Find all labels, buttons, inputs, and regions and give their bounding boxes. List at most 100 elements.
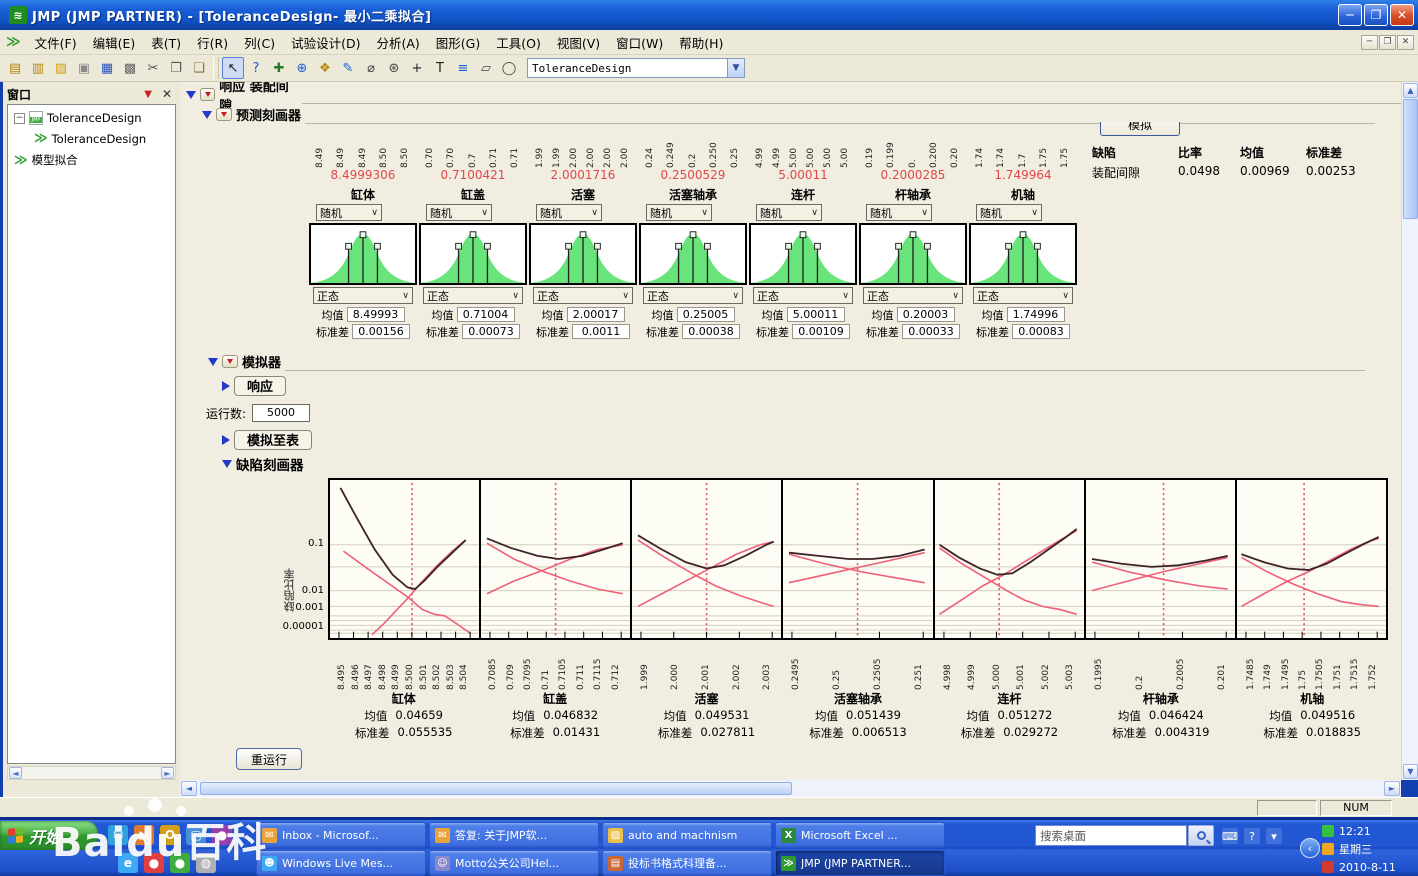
table-selector-combo[interactable]: ToleranceDesign ▼: [527, 58, 745, 78]
mean-input[interactable]: 0.25005: [677, 307, 735, 322]
tree-collapse-icon[interactable]: −: [14, 113, 25, 124]
response-section-button[interactable]: 响应: [234, 376, 286, 396]
distribution-plot[interactable]: [309, 223, 417, 285]
scroll-left-icon[interactable]: ◄: [181, 781, 197, 796]
chevron-down-icon[interactable]: ▼: [727, 59, 744, 77]
mean-input[interactable]: 1.74996: [1007, 307, 1065, 322]
menu-item[interactable]: 视图(V): [549, 33, 608, 54]
distribution-plot[interactable]: [859, 223, 967, 285]
distribution-dropdown[interactable]: 正态∨: [753, 287, 853, 304]
panel-close-icon[interactable]: ✕: [162, 87, 172, 101]
cut-icon[interactable]: ✂: [142, 57, 164, 79]
collapse-triangle-icon[interactable]: [208, 358, 218, 366]
menu-item[interactable]: 窗口(W): [608, 33, 671, 54]
start-button[interactable]: 开始: [0, 821, 98, 850]
expand-triangle-icon[interactable]: [222, 381, 230, 391]
distribution-plot[interactable]: [529, 223, 637, 285]
ie-icon[interactable]: e: [118, 853, 138, 873]
show-desktop-icon[interactable]: ▢: [186, 825, 206, 845]
app-icon[interactable]: ●: [212, 825, 232, 845]
scroll-right-icon[interactable]: ►: [161, 767, 174, 779]
random-dropdown[interactable]: 随机∨: [536, 204, 602, 221]
simulate-to-table-button[interactable]: 模拟至表: [234, 430, 312, 450]
sd-input[interactable]: 0.0011: [572, 324, 630, 339]
sd-input[interactable]: 0.00156: [352, 324, 410, 339]
expand-triangle-icon[interactable]: [222, 435, 230, 445]
title-bar[interactable]: ≋ JMP (JMP PARTNER) - [ToleranceDesign- …: [0, 0, 1418, 30]
random-dropdown[interactable]: 随机∨: [866, 204, 932, 221]
search-button[interactable]: [1188, 825, 1214, 846]
media-player-icon[interactable]: ▶: [134, 825, 154, 845]
red-triangle-menu-icon[interactable]: [200, 88, 215, 101]
mean-input[interactable]: 8.49993: [347, 307, 405, 322]
menu-item[interactable]: 工具(O): [488, 33, 549, 54]
mean-input[interactable]: 0.20003: [897, 307, 955, 322]
random-dropdown[interactable]: 随机∨: [756, 204, 822, 221]
distribution-plot[interactable]: [749, 223, 857, 285]
minimize-button[interactable]: ─: [1338, 4, 1362, 26]
mdi-restore-button[interactable]: ❐: [1379, 35, 1396, 50]
mean-input[interactable]: 2.00017: [567, 307, 625, 322]
sidebar-item-ToleranceDesign[interactable]: −ToleranceDesign: [10, 111, 173, 125]
messenger-icon[interactable]: ✉: [108, 825, 128, 845]
help-tool-icon[interactable]: ?: [245, 57, 267, 79]
annotate-plus-icon[interactable]: +: [406, 57, 428, 79]
distribution-dropdown[interactable]: 正态∨: [643, 287, 743, 304]
defect-profiler-plot[interactable]: [328, 478, 1388, 640]
keyboard-icon[interactable]: ⌨: [1222, 828, 1238, 844]
sidebar-hscrollbar[interactable]: ◄ ►: [7, 766, 176, 780]
scroll-up-icon[interactable]: ▲: [1403, 83, 1418, 98]
save-icon[interactable]: ▦: [96, 57, 118, 79]
random-dropdown[interactable]: 随机∨: [426, 204, 492, 221]
run-script-icon[interactable]: ▣: [73, 57, 95, 79]
new-document-icon[interactable]: ▤: [4, 57, 26, 79]
distribution-dropdown[interactable]: 正态∨: [313, 287, 413, 304]
random-dropdown[interactable]: 随机∨: [976, 204, 1042, 221]
collapse-triangle-icon[interactable]: [186, 91, 196, 99]
search-input[interactable]: 搜索桌面: [1035, 825, 1187, 846]
scroll-down-icon[interactable]: ▼: [1403, 764, 1418, 779]
chevron-icon[interactable]: ‹: [1300, 838, 1320, 858]
grabber-tool-icon[interactable]: ❖: [314, 57, 336, 79]
annotate-lines-icon[interactable]: ≡: [452, 57, 474, 79]
menu-item[interactable]: 文件(F): [27, 33, 85, 54]
move-tool-icon[interactable]: ✚: [268, 57, 290, 79]
copy-icon[interactable]: ❐: [165, 57, 187, 79]
annotate-oval-icon[interactable]: ◯: [498, 57, 520, 79]
sd-input[interactable]: 0.00073: [462, 324, 520, 339]
distribution-plot[interactable]: [969, 223, 1077, 285]
taskbar-task[interactable]: ☺Motto公关公司Hel...: [429, 850, 599, 876]
menu-item[interactable]: 编辑(E): [85, 33, 144, 54]
sd-input[interactable]: 0.00033: [902, 324, 960, 339]
new-journal-icon[interactable]: ▥: [27, 57, 49, 79]
lasso-tool-icon[interactable]: ⌀: [360, 57, 382, 79]
sd-input[interactable]: 0.00109: [792, 324, 850, 339]
menu-item[interactable]: 列(C): [236, 33, 283, 54]
vertical-scrollbar[interactable]: ▲ ▼: [1401, 82, 1418, 780]
collapse-triangle-icon[interactable]: [222, 460, 232, 468]
scrollbar-thumb[interactable]: [200, 782, 792, 795]
close-button[interactable]: ✕: [1390, 4, 1414, 26]
scroll-right-icon[interactable]: ►: [1384, 781, 1400, 796]
taskbar-task[interactable]: ▨auto and machnism: [602, 822, 772, 848]
arrow-cursor-icon[interactable]: ↖: [222, 57, 244, 79]
distribution-dropdown[interactable]: 正态∨: [973, 287, 1073, 304]
distribution-dropdown[interactable]: 正态∨: [533, 287, 633, 304]
runs-input[interactable]: 5000: [252, 404, 310, 422]
menu-item[interactable]: 帮助(H): [671, 33, 731, 54]
scroll-left-icon[interactable]: ◄: [9, 767, 22, 779]
menu-item[interactable]: 分析(A): [368, 33, 427, 54]
sphere-icon[interactable]: ●: [170, 853, 190, 873]
sidebar-item-ToleranceDesign[interactable]: ≫ToleranceDesign: [10, 131, 173, 146]
distribution-plot[interactable]: [419, 223, 527, 285]
horizontal-scrollbar[interactable]: ◄ ►: [180, 780, 1401, 797]
annotate-text-icon[interactable]: T: [429, 57, 451, 79]
menu-item[interactable]: 试验设计(D): [283, 33, 368, 54]
open-file-icon[interactable]: ▨: [50, 57, 72, 79]
distribution-dropdown[interactable]: 正态∨: [863, 287, 963, 304]
zoom-tool-icon[interactable]: ⊛: [383, 57, 405, 79]
menu-item[interactable]: 行(R): [189, 33, 236, 54]
taskbar-task[interactable]: XMicrosoft Excel ...: [775, 822, 945, 848]
mean-input[interactable]: 0.71004: [457, 307, 515, 322]
distribution-plot[interactable]: [639, 223, 747, 285]
